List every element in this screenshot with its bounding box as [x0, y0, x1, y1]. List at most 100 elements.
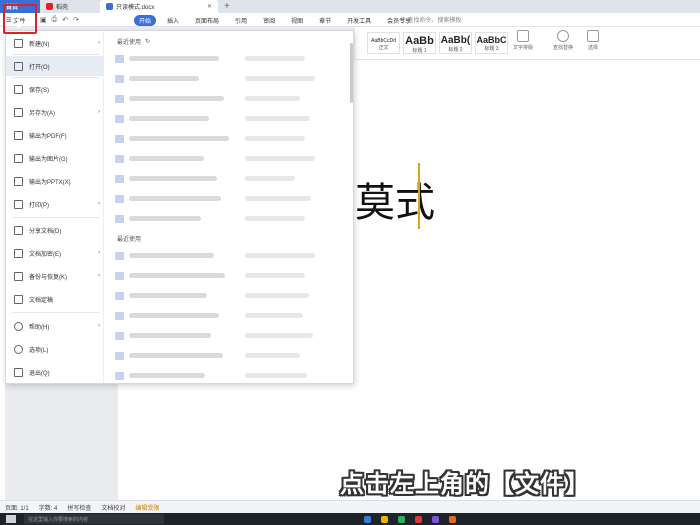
search-icon: ⌕: [402, 16, 406, 22]
menu-item-label: 选项(L): [29, 347, 49, 354]
recent-file-item[interactable]: [115, 271, 340, 281]
recent-scrollbar[interactable]: [350, 43, 353, 103]
blurred-path: [245, 176, 295, 181]
tab-view[interactable]: 视图: [286, 15, 308, 26]
recent-file-item[interactable]: [115, 351, 340, 361]
file-icon: [115, 215, 124, 223]
chevron-right-icon: ›: [98, 40, 100, 46]
text-layout-button[interactable]: 文字排版: [513, 30, 533, 51]
browser-icon[interactable]: [398, 515, 405, 523]
redo-icon[interactable]: ↷: [73, 16, 79, 24]
menu-item-backup[interactable]: 备份与恢复(K) ›: [6, 266, 104, 286]
blurred-path: [245, 156, 315, 161]
menu-item-export-pptx[interactable]: 输出为PPTX(X): [6, 171, 104, 191]
menu-item-exit[interactable]: 退出(Q): [6, 362, 104, 382]
style-heading-1[interactable]: AaBb 标题 1: [403, 32, 436, 54]
recent-file-item[interactable]: [115, 291, 340, 301]
tab-developer[interactable]: 开发工具: [342, 15, 376, 26]
select-label: 选择: [587, 45, 598, 51]
menu-item-label: 退出(Q): [29, 370, 50, 377]
folder-icon[interactable]: [381, 515, 388, 523]
menu-item-label: 帮助(H): [29, 324, 50, 331]
taskbar-search[interactable]: 在这里输入你要搜索的内容: [24, 514, 164, 524]
divider: [12, 54, 100, 55]
menu-item-encrypt[interactable]: 文档加密(E) ›: [6, 243, 104, 263]
style-sample: AaBbCcDd: [371, 38, 396, 44]
help-icon: [14, 321, 23, 331]
recent-file-item[interactable]: [115, 194, 340, 204]
print-icon[interactable]: ⎙: [52, 16, 58, 24]
undo-icon[interactable]: ↶: [62, 16, 68, 24]
tab-document-label: 只读模式.docx: [116, 5, 155, 11]
menu-item-label: 文档加密(E): [29, 251, 61, 258]
blurred-filename: [129, 353, 223, 358]
refresh-icon[interactable]: ↻: [145, 38, 150, 45]
close-tab-icon[interactable]: ✕: [207, 3, 212, 10]
tab-start[interactable]: 开始: [134, 14, 157, 26]
menu-item-label: 保存(S): [29, 87, 49, 94]
os-taskbar: 在这里输入你要搜索的内容: [0, 513, 700, 525]
app-icon[interactable]: [449, 515, 456, 523]
recent-file-item[interactable]: [115, 54, 340, 64]
menu-item-label: 打印(P): [29, 202, 49, 209]
menu-item-help[interactable]: 帮助(H) ›: [6, 316, 104, 336]
wps-icon[interactable]: [415, 515, 422, 523]
save-icon[interactable]: ▣: [40, 16, 47, 24]
recent-file-item[interactable]: [115, 311, 340, 321]
command-search[interactable]: ⌕ 查找命令、搜索模板: [402, 15, 461, 24]
menu-item-print[interactable]: 打印(P) ›: [6, 194, 104, 214]
style-name: 标题 2: [448, 47, 463, 53]
recent-file-item[interactable]: [115, 331, 340, 341]
file-icon: [115, 155, 124, 163]
menu-item-export-pdf[interactable]: 输出为PDF(F): [6, 125, 104, 145]
recent-file-item[interactable]: [115, 174, 340, 184]
recent-header: 最近使用 ↻: [117, 37, 150, 46]
menu-item-finalize[interactable]: 文档定稿: [6, 289, 104, 309]
menu-item-new[interactable]: 新建(N) ›: [6, 33, 104, 53]
ribbon-tabs: 开始 插入 页面布局 引用 审阅 视图 章节 开发工具 会员专享: [134, 14, 416, 26]
tab-straw[interactable]: 稻壳: [40, 0, 100, 13]
blurred-path: [245, 216, 305, 221]
proofread[interactable]: 文档校对: [101, 503, 125, 512]
select-button[interactable]: 选择: [587, 30, 599, 51]
recent-file-item[interactable]: [115, 251, 340, 261]
menu-item-save-as[interactable]: 另存为(A) ›: [6, 102, 104, 122]
menu-item-open[interactable]: 打开(O): [6, 56, 104, 76]
edit-restricted[interactable]: 编辑受限: [135, 503, 159, 512]
find-replace-label: 查找替换: [553, 45, 574, 51]
tab-document[interactable]: 只读模式.docx ✕: [100, 0, 218, 13]
recent-file-item[interactable]: [115, 134, 340, 144]
tab-references[interactable]: 引用: [230, 15, 252, 26]
ribbon-panel: AaBbCcDd 正文 AaBb 标题 1 AaBb( 标题 2 AaBbC 标…: [355, 27, 700, 60]
style-heading-3[interactable]: AaBbC 标题 3: [475, 32, 508, 54]
style-heading-2[interactable]: AaBb( 标题 2: [439, 32, 472, 54]
spell-check[interactable]: 拼写检查: [67, 503, 91, 512]
menu-item-options[interactable]: 选项(L): [6, 339, 104, 359]
tab-page-layout[interactable]: 页面布局: [190, 15, 224, 26]
menu-item-save[interactable]: 保存(S): [6, 79, 104, 99]
document-text[interactable]: 莫式: [355, 170, 435, 228]
recent-file-item[interactable]: [115, 114, 340, 124]
word-count[interactable]: 字数: 4: [39, 503, 58, 512]
recent-file-item[interactable]: [115, 154, 340, 164]
menu-item-export-image[interactable]: 输出为图片(G): [6, 148, 104, 168]
tab-sections[interactable]: 章节: [314, 15, 336, 26]
file-icon: [115, 75, 124, 83]
style-normal[interactable]: AaBbCcDd 正文: [367, 32, 400, 54]
file-menu-commands: 新建(N) › 打开(O) 保存(S) 另存为(A) › 输出为PDF(F) 输…: [6, 31, 104, 383]
menu-item-share[interactable]: 分享文档(D): [6, 220, 104, 240]
straw-icon: [46, 3, 53, 10]
recent-file-item[interactable]: [115, 94, 340, 104]
tab-review[interactable]: 审阅: [258, 15, 280, 26]
app-icon[interactable]: [432, 515, 439, 523]
recent-file-item[interactable]: [115, 74, 340, 84]
new-tab-button[interactable]: +: [218, 0, 236, 13]
folder-open-icon: [14, 61, 23, 71]
file-icon: [115, 252, 124, 260]
tab-insert[interactable]: 插入: [162, 15, 184, 26]
app-icon[interactable]: [364, 515, 371, 523]
find-replace-button[interactable]: 查找替换: [553, 30, 573, 51]
recent-file-item[interactable]: [115, 214, 340, 224]
windows-start-icon[interactable]: [6, 515, 16, 523]
recent-file-item[interactable]: [115, 371, 340, 381]
